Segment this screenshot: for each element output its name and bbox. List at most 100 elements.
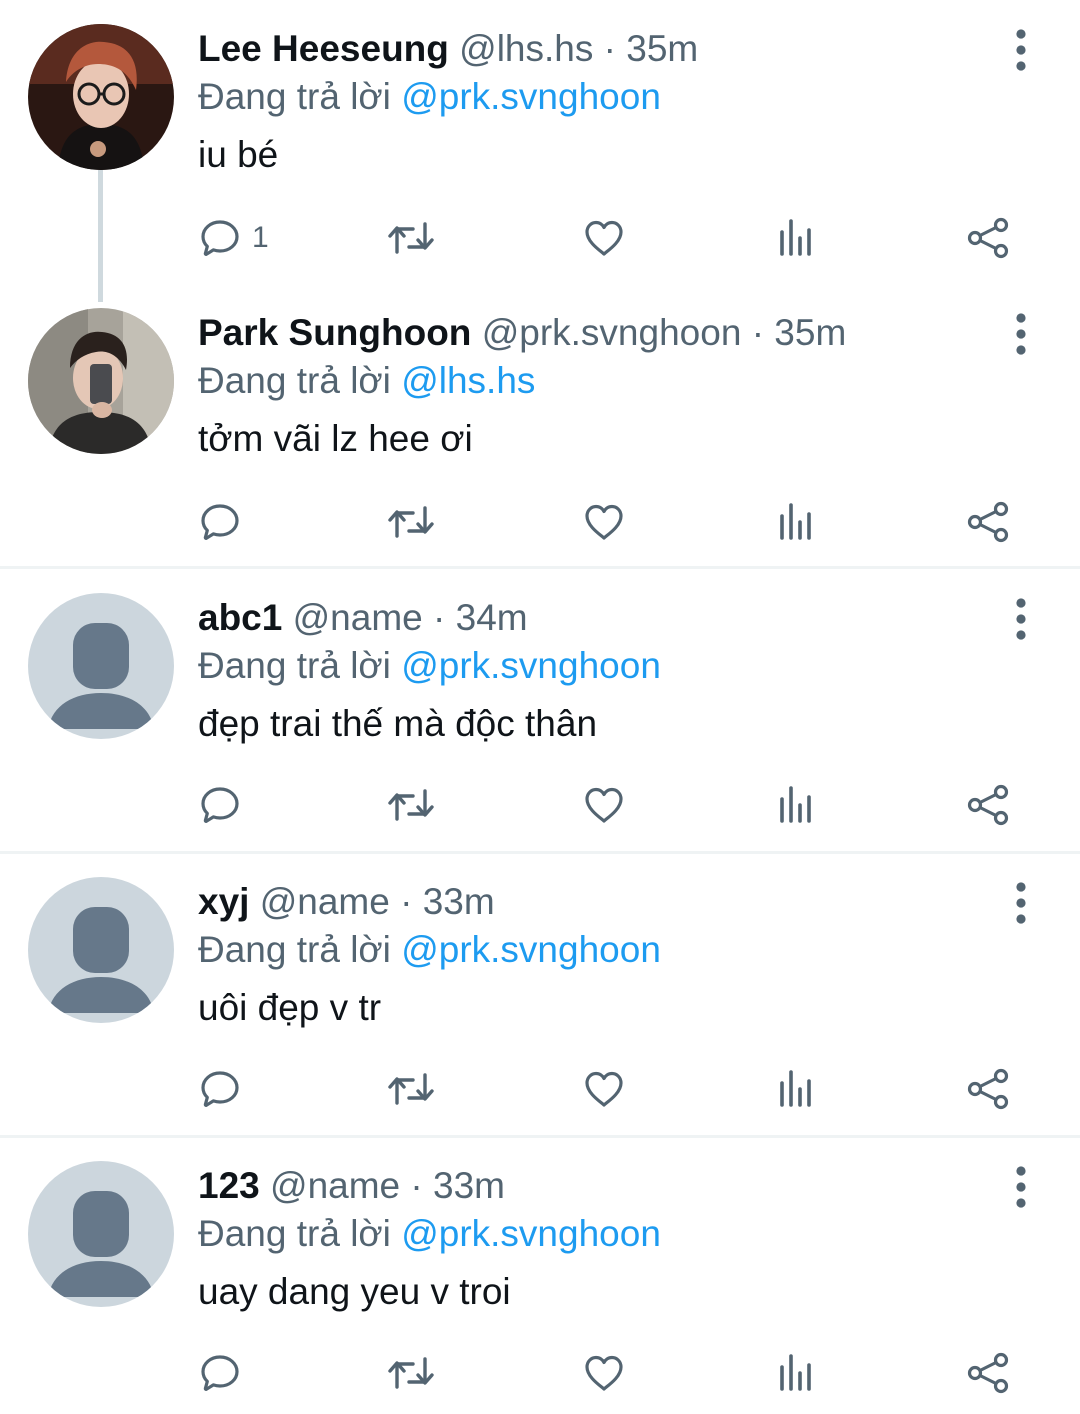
reply-context: Đang trả lời @prk.svnghoon bbox=[198, 641, 980, 691]
reply-prefix: Đang trả lời bbox=[198, 929, 391, 970]
tweet-text: đẹp trai thế mà độc thân bbox=[198, 703, 598, 744]
default-avatar-icon bbox=[28, 1161, 174, 1307]
avatar[interactable] bbox=[28, 1161, 174, 1307]
action-bar bbox=[0, 775, 1080, 835]
display-name[interactable]: Lee Heeseung bbox=[198, 28, 449, 69]
reply-to-handle[interactable]: @prk.svnghoon bbox=[401, 76, 661, 117]
user-handle[interactable]: @prk.svnghoon bbox=[482, 312, 742, 353]
tweet-item[interactable]: 123 @name · 33m Đang trả lời @prk.svngho… bbox=[0, 1137, 1080, 1414]
views-button[interactable] bbox=[774, 1059, 818, 1119]
reply-prefix: Đang trả lời bbox=[198, 76, 391, 117]
tweet-header: Lee Heeseung @lhs.hs · 35m bbox=[198, 26, 980, 72]
action-bar bbox=[0, 1059, 1080, 1119]
reply-button[interactable] bbox=[198, 1059, 242, 1119]
avatar[interactable] bbox=[28, 24, 174, 170]
retweet-button[interactable] bbox=[386, 492, 436, 552]
avatar[interactable] bbox=[28, 877, 174, 1023]
profile-photo bbox=[28, 308, 174, 454]
user-handle[interactable]: @name bbox=[270, 1165, 400, 1206]
share-icon bbox=[966, 1067, 1010, 1111]
tweet-item[interactable]: Park Sunghoon @prk.svnghoon · 35m Đang t… bbox=[0, 284, 1080, 566]
share-button[interactable] bbox=[966, 1059, 1010, 1119]
reply-to-handle[interactable]: @prk.svnghoon bbox=[401, 645, 661, 686]
reply-context: Đang trả lời @prk.svnghoon bbox=[198, 1209, 980, 1259]
action-bar bbox=[0, 1343, 1080, 1403]
views-button[interactable] bbox=[774, 492, 818, 552]
tweet-text: uay dang yeu v troi bbox=[198, 1271, 511, 1312]
retweet-button[interactable] bbox=[386, 775, 436, 835]
more-options-icon[interactable] bbox=[1006, 28, 1036, 72]
views-button[interactable] bbox=[774, 775, 818, 835]
reply-button[interactable] bbox=[198, 775, 242, 835]
share-button[interactable] bbox=[966, 1343, 1010, 1403]
reply-prefix: Đang trả lời bbox=[198, 1213, 391, 1254]
share-button[interactable] bbox=[966, 775, 1010, 835]
default-avatar-icon bbox=[28, 877, 174, 1023]
reply-to-handle[interactable]: @prk.svnghoon bbox=[401, 1213, 661, 1254]
reply-to-handle[interactable]: @lhs.hs bbox=[401, 360, 535, 401]
bar-chart-icon bbox=[774, 216, 818, 260]
retweet-button[interactable] bbox=[386, 208, 436, 268]
reply-button[interactable] bbox=[198, 1343, 242, 1403]
speech-bubble-icon bbox=[198, 783, 242, 827]
bar-chart-icon bbox=[774, 500, 818, 544]
speech-bubble-icon bbox=[198, 216, 242, 260]
retweet-icon bbox=[386, 1351, 436, 1395]
avatar[interactable] bbox=[28, 593, 174, 739]
like-button[interactable] bbox=[582, 492, 626, 552]
heart-icon bbox=[582, 1351, 626, 1395]
heart-icon bbox=[582, 216, 626, 260]
heart-icon bbox=[582, 1067, 626, 1111]
tweet-item[interactable]: xyj @name · 33m Đang trả lời @prk.svngho… bbox=[0, 853, 1080, 1135]
reply-button[interactable] bbox=[198, 492, 242, 552]
action-bar: 1 bbox=[0, 208, 1080, 268]
user-handle[interactable]: @name bbox=[260, 881, 390, 922]
like-button[interactable] bbox=[582, 208, 626, 268]
display-name[interactable]: 123 bbox=[198, 1165, 260, 1206]
display-name[interactable]: abc1 bbox=[198, 597, 282, 638]
avatar[interactable] bbox=[28, 308, 174, 454]
tweet-header: Park Sunghoon @prk.svnghoon · 35m bbox=[198, 310, 980, 356]
reply-to-handle[interactable]: @prk.svnghoon bbox=[401, 929, 661, 970]
share-button[interactable] bbox=[966, 208, 1010, 268]
reply-context: Đang trả lời @prk.svnghoon bbox=[198, 72, 980, 122]
like-button[interactable] bbox=[582, 775, 626, 835]
heart-icon bbox=[582, 783, 626, 827]
more-options-icon[interactable] bbox=[1006, 597, 1036, 641]
retweet-button[interactable] bbox=[386, 1343, 436, 1403]
tweet-item[interactable]: Lee Heeseung @lhs.hs · 35m Đang trả lời … bbox=[0, 0, 1080, 302]
more-options-icon[interactable] bbox=[1006, 312, 1036, 356]
speech-bubble-icon bbox=[198, 1067, 242, 1111]
reply-count: 1 bbox=[252, 221, 269, 254]
bar-chart-icon bbox=[774, 1351, 818, 1395]
share-button[interactable] bbox=[966, 492, 1010, 552]
bar-chart-icon bbox=[774, 783, 818, 827]
tweet-item[interactable]: abc1 @name · 34m Đang trả lời @prk.svngh… bbox=[0, 569, 1080, 851]
display-name[interactable]: Park Sunghoon bbox=[198, 312, 471, 353]
more-options-icon[interactable] bbox=[1006, 1165, 1036, 1209]
views-button[interactable] bbox=[774, 208, 818, 268]
retweet-icon bbox=[386, 783, 436, 827]
retweet-button[interactable] bbox=[386, 1059, 436, 1119]
user-handle[interactable]: @lhs.hs bbox=[459, 28, 593, 69]
share-icon bbox=[966, 1351, 1010, 1395]
tweet-text: tởm vãi lz hee ơi bbox=[198, 418, 473, 459]
share-icon bbox=[966, 216, 1010, 260]
reply-button[interactable]: 1 bbox=[198, 208, 269, 268]
tweet-text: iu bé bbox=[198, 134, 279, 175]
tweet-time: · 33m bbox=[400, 881, 495, 922]
share-icon bbox=[966, 500, 1010, 544]
views-button[interactable] bbox=[774, 1343, 818, 1403]
profile-photo bbox=[28, 24, 174, 170]
like-button[interactable] bbox=[582, 1343, 626, 1403]
tweet-text: uôi đẹp v tr bbox=[198, 987, 382, 1028]
user-handle[interactable]: @name bbox=[293, 597, 423, 638]
bar-chart-icon bbox=[774, 1067, 818, 1111]
tweet-time: · 34m bbox=[433, 597, 528, 638]
reply-prefix: Đang trả lời bbox=[198, 360, 391, 401]
display-name[interactable]: xyj bbox=[198, 881, 249, 922]
speech-bubble-icon bbox=[198, 1351, 242, 1395]
tweet-time: · 35m bbox=[751, 312, 847, 353]
more-options-icon[interactable] bbox=[1006, 881, 1036, 925]
like-button[interactable] bbox=[582, 1059, 626, 1119]
